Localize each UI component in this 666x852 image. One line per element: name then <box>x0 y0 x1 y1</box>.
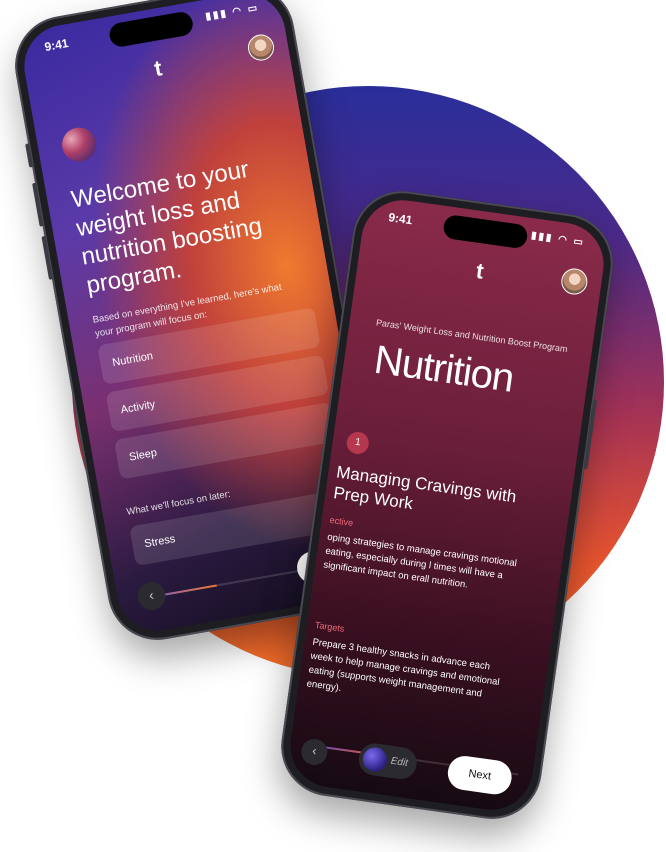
app-logo: t <box>152 55 164 82</box>
status-icons: ▮▮▮ ◠ ▭ <box>205 2 260 22</box>
objective-label: ective <box>329 514 354 529</box>
targets-text: Prepare 3 healthy snacks in advance each… <box>305 636 501 700</box>
marketing-scene: 9:41 ▮▮▮ ◠ ▭ t Welcome to your weight lo… <box>0 0 666 852</box>
edit-button[interactable]: Edit <box>356 741 419 782</box>
volume-up-button <box>32 182 44 227</box>
wifi-icon: ◠ <box>557 233 570 247</box>
assistant-orb-icon <box>59 124 99 165</box>
section-title: Nutrition <box>371 337 517 401</box>
avatar[interactable] <box>245 32 277 63</box>
action-button <box>25 143 34 168</box>
volume-down-button <box>41 235 54 280</box>
status-icons: ▮▮▮ ◠ ▭ <box>530 230 585 248</box>
wifi-icon: ◠ <box>231 5 245 18</box>
back-button[interactable]: ‹ <box>135 579 168 613</box>
welcome-title: Welcome to your weight loss and nutritio… <box>69 155 265 300</box>
battery-icon: ▭ <box>246 2 261 16</box>
signal-icon: ▮▮▮ <box>530 230 555 245</box>
objective-text: oping strategies to manage cravings moti… <box>322 531 518 591</box>
targets-label: Targets <box>314 619 345 634</box>
app-logo: t <box>474 257 486 284</box>
assistant-orb-icon <box>361 745 389 773</box>
avatar[interactable] <box>559 266 590 297</box>
battery-icon: ▭ <box>572 236 586 249</box>
back-button[interactable]: ‹ <box>299 737 330 767</box>
step-title: Managing Cravings with Prep Work <box>332 462 518 514</box>
step-number-badge: 1 <box>345 430 371 456</box>
signal-icon: ▮▮▮ <box>204 7 229 23</box>
status-time: 9:41 <box>387 210 414 228</box>
status-time: 9:41 <box>43 36 70 55</box>
next-button[interactable]: Next <box>445 753 514 797</box>
status-bar: 9:41 ▮▮▮ ◠ ▭ <box>19 0 282 62</box>
edit-label: Edit <box>390 755 409 770</box>
